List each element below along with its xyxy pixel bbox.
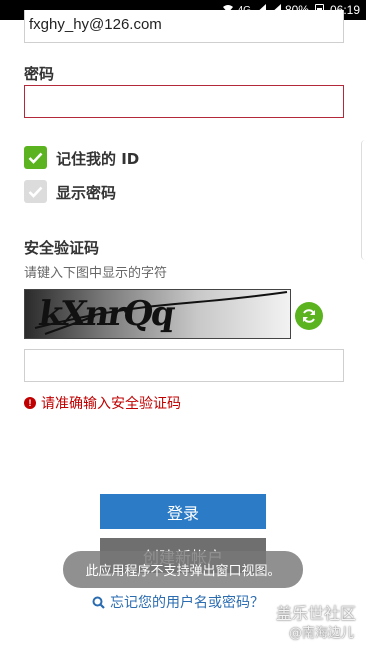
toast-message: 此应用程序不支持弹出窗口视图。 [63,551,303,588]
watermark-author: @南海边儿 [289,626,355,641]
show-password-label: 显示密码 [56,184,117,202]
show-password-checkbox[interactable] [24,180,47,203]
search-icon [92,596,105,609]
captcha-image: kXnrQq [24,289,291,339]
remember-id-checkbox[interactable] [24,146,47,169]
password-field[interactable] [24,85,344,118]
captcha-title: 安全验证码 [24,239,100,257]
checkmark-icon [28,152,43,164]
login-button[interactable]: 登录 [100,494,266,529]
forgot-credentials-link[interactable]: 忘记您的用户名或密码？ [92,592,264,612]
email-field[interactable]: fxghy_hy@126.com [24,10,344,43]
refresh-captcha-button[interactable] [295,302,323,330]
forgot-link-text: 忘记您的用户名或密码？ [110,595,264,611]
watermark-title: 盖乐世社区 [276,604,357,623]
captcha-input[interactable] [24,349,344,382]
remember-id-label: 记住我的 ID [56,150,140,168]
error-icon: ! [24,397,36,409]
refresh-icon [303,309,315,323]
checkmark-icon [28,186,43,198]
captcha-error: ! 请准确输入安全验证码 [24,393,181,413]
edge-panel-handle[interactable] [361,140,366,260]
captcha-hint: 请键入下图中显示的字符 [24,266,168,281]
password-label: 密码 [24,65,55,83]
email-value: fxghy_hy@126.com [29,16,162,33]
error-message: 请准确输入安全验证码 [41,396,181,412]
captcha-text: kXnrQq [36,294,176,334]
